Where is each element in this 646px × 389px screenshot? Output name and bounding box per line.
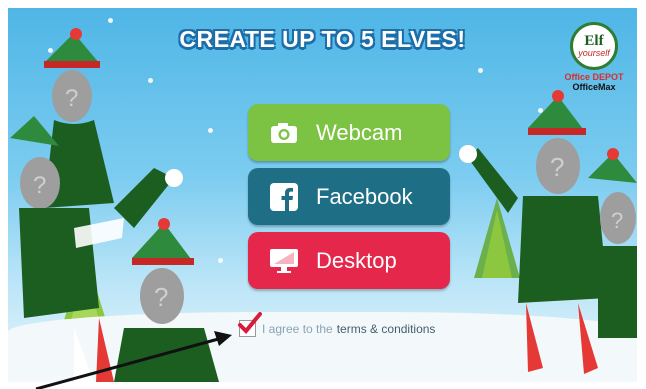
annotation-arrow <box>35 331 232 389</box>
app-stage: ? ? ? ? ? CREATE UP TO 5 ELVES! Elf your… <box>0 0 646 389</box>
